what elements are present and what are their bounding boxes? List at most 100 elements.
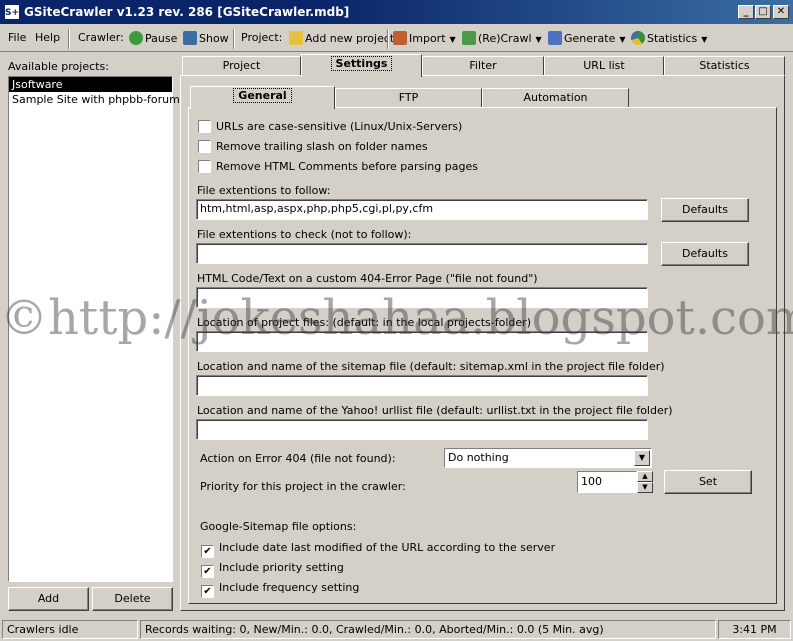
defaults-check-button[interactable]: Defaults <box>661 242 749 266</box>
spin-up-icon[interactable]: ▲ <box>637 471 653 482</box>
defaults-follow-button[interactable]: Defaults <box>661 198 749 222</box>
chevron-down-icon: ▼ <box>701 35 708 44</box>
tab-label: Settings <box>330 56 393 71</box>
html404-label: HTML Code/Text on a custom 404-Error Pag… <box>197 272 538 285</box>
window-title: GSiteCrawler v1.23 rev. 286 [GSiteCrawle… <box>24 5 350 19</box>
tab-label: Statistics <box>699 59 750 72</box>
case-sensitive-label: URLs are case-sensitive (Linux/Unix-Serv… <box>216 120 463 133</box>
ext-check-input[interactable] <box>196 243 648 264</box>
import-label: Import <box>409 32 446 45</box>
statistics-button[interactable]: Statistics ▼ <box>631 31 707 45</box>
html-comments-option[interactable]: Remove HTML Comments before parsing page… <box>198 160 478 173</box>
tab-url-list[interactable]: URL list <box>544 56 664 76</box>
tab-statistics[interactable]: Statistics <box>664 56 785 76</box>
project-label: Project: <box>241 31 283 44</box>
menu-file[interactable]: File <box>8 31 26 44</box>
location-label: Location of project files: (default: in … <box>197 316 531 329</box>
generate-label: Generate <box>564 32 616 45</box>
add-new-project-label: Add new project <box>305 32 395 45</box>
status-time: 3:41 PM <box>718 620 791 639</box>
toolbar-separator <box>387 29 389 49</box>
google-options-label: Google-Sitemap file options: <box>200 520 357 533</box>
html404-input[interactable] <box>196 287 648 308</box>
toolbar-separator <box>233 29 235 49</box>
yahoo-input[interactable] <box>196 419 648 440</box>
action404-select[interactable]: Do nothing ▼ <box>444 448 652 468</box>
toolbar: File Help Crawler: Pause Show Project: A… <box>0 26 793 52</box>
tab-automation[interactable]: Automation <box>482 88 629 108</box>
statistics-label: Statistics <box>647 32 698 45</box>
html-comments-checkbox[interactable] <box>198 160 211 173</box>
sitemap-input[interactable] <box>196 375 648 396</box>
trailing-slash-checkbox[interactable] <box>198 140 211 153</box>
recrawl-icon <box>462 31 476 45</box>
include-priority-option[interactable]: ✔ Include priority setting <box>201 561 344 578</box>
maximize-button[interactable]: □ <box>755 5 771 19</box>
trailing-slash-label: Remove trailing slash on folder names <box>216 140 428 153</box>
tab-filter[interactable]: Filter <box>422 56 544 76</box>
set-priority-button[interactable]: Set <box>664 470 752 494</box>
include-date-option[interactable]: ✔ Include date last modified of the URL a… <box>201 541 555 558</box>
recrawl-button[interactable]: (Re)Crawl ▼ <box>462 31 542 45</box>
include-date-checkbox[interactable]: ✔ <box>201 545 214 558</box>
include-frequency-option[interactable]: ✔ Include frequency setting <box>201 581 359 598</box>
import-button[interactable]: Import ▼ <box>393 31 456 45</box>
chevron-down-icon[interactable]: ▼ <box>634 450 650 466</box>
show-label: Show <box>199 32 229 45</box>
include-priority-checkbox[interactable]: ✔ <box>201 565 214 578</box>
show-icon <box>183 31 197 45</box>
sitemap-label: Location and name of the sitemap file (d… <box>197 360 665 373</box>
spin-down-icon[interactable]: ▼ <box>637 482 653 493</box>
tab-label: General <box>233 88 292 103</box>
status-crawlers: Crawlers idle <box>2 620 138 639</box>
delete-button[interactable]: Delete <box>92 587 173 611</box>
tab-label: Filter <box>469 59 497 72</box>
case-sensitive-checkbox[interactable] <box>198 120 211 133</box>
pause-icon <box>129 31 143 45</box>
priority-label: Priority for this project in the crawler… <box>200 480 406 493</box>
minimize-button[interactable]: _ <box>738 5 754 19</box>
show-button[interactable]: Show <box>183 31 229 45</box>
import-icon <box>393 31 407 45</box>
close-button[interactable]: ✕ <box>773 5 789 19</box>
list-item[interactable]: Jsoftware <box>9 77 172 92</box>
list-item[interactable]: Sample Site with phpbb-forum <box>9 92 180 107</box>
tab-label: FTP <box>398 91 419 104</box>
pause-button[interactable]: Pause <box>129 31 177 45</box>
chevron-down-icon: ▼ <box>535 35 542 44</box>
app-icon: S+ <box>4 4 20 20</box>
trailing-slash-option[interactable]: Remove trailing slash on folder names <box>198 140 428 153</box>
location-input[interactable] <box>196 331 648 352</box>
status-bar: Crawlers idle Records waiting: 0, New/Mi… <box>0 617 793 641</box>
recrawl-label: (Re)Crawl <box>478 32 532 45</box>
pause-label: Pause <box>145 32 178 45</box>
crawler-label: Crawler: <box>78 31 124 44</box>
add-button[interactable]: Add <box>8 587 89 611</box>
tab-project[interactable]: Project <box>182 56 301 76</box>
available-projects-label: Available projects: <box>8 60 109 73</box>
tab-label: Project <box>222 59 261 72</box>
ext-follow-input[interactable]: htm,html,asp,aspx,php,php5,cgi,pl,py,cfm <box>196 199 648 220</box>
title-bar: S+ GSiteCrawler v1.23 rev. 286 [GSiteCra… <box>0 0 793 24</box>
project-list[interactable]: Jsoftware Sample Site with phpbb-forum <box>8 76 180 582</box>
tab-settings[interactable]: Settings <box>301 54 422 77</box>
include-priority-label: Include priority setting <box>219 561 344 574</box>
tab-label: URL list <box>583 59 625 72</box>
generate-button[interactable]: Generate ▼ <box>548 31 626 45</box>
html-comments-label: Remove HTML Comments before parsing page… <box>216 160 478 173</box>
action404-label: Action on Error 404 (file not found): <box>200 452 396 465</box>
priority-input[interactable]: 100 <box>577 471 637 493</box>
toolbar-separator <box>68 29 70 49</box>
add-project-icon <box>289 31 303 45</box>
menu-help[interactable]: Help <box>35 31 60 44</box>
include-frequency-checkbox[interactable]: ✔ <box>201 585 214 598</box>
ext-follow-label: File extentions to follow: <box>197 184 331 197</box>
tab-ftp[interactable]: FTP <box>335 88 482 108</box>
case-sensitive-option[interactable]: URLs are case-sensitive (Linux/Unix-Serv… <box>198 120 462 133</box>
include-date-label: Include date last modified of the URL ac… <box>219 541 556 554</box>
tab-general[interactable]: General <box>190 86 335 109</box>
tab-label: Automation <box>523 91 588 104</box>
add-new-project-button[interactable]: Add new project <box>289 31 394 45</box>
chevron-down-icon: ▼ <box>619 35 626 44</box>
status-records: Records waiting: 0, New/Min.: 0.0, Crawl… <box>140 620 716 639</box>
